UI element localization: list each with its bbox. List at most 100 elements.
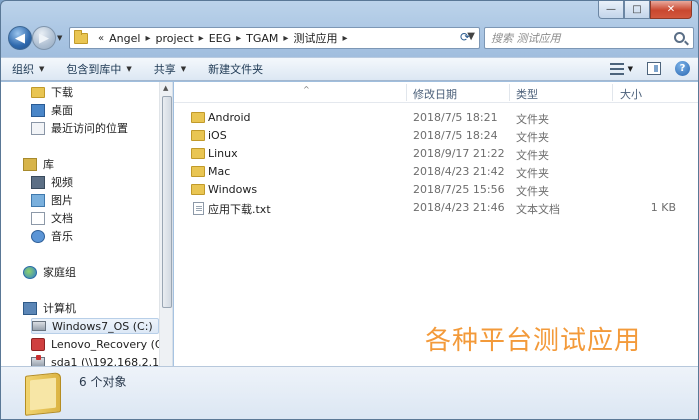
network-drive-icon [31,355,45,366]
organize-label: 组织 [12,63,34,76]
file-type: 文件夹 [516,131,549,144]
folder-icon [191,148,205,159]
sidebar-item-videos[interactable]: 视频 [31,174,73,190]
file-modified: 2018/9/17 21:22 [413,147,505,160]
sidebar-item-label: Windows7_OS (C:) [52,319,153,333]
maximize-button[interactable]: □ [624,1,650,19]
new-folder-button[interactable]: 新建文件夹 [197,61,274,77]
navigation-pane: 下载 桌面 最近访问的位置 库 视频 图片 文档 音乐 家庭组 计算机 Wind… [1,82,173,366]
file-name: Mac [208,165,231,178]
list-item[interactable]: Android 2018/7/5 18:21 文件夹 [174,109,698,127]
search-input[interactable]: 搜索 测试应用 [484,27,694,49]
homegroup-icon [23,265,37,279]
sidebar-item-label: 文档 [51,212,73,225]
list-item[interactable]: Mac 2018/4/23 21:42 文件夹 [174,163,698,181]
recent-pages-dropdown[interactable]: ▼ [57,34,62,42]
chevron-down-icon[interactable]: ▼ [628,65,633,73]
folder-icon [191,184,205,195]
sidebar-item-label: 桌面 [51,104,73,117]
sidebar-item-drive-q[interactable]: Lenovo_Recovery (Q:) [31,336,172,352]
file-modified: 2018/4/23 21:46 [413,201,505,214]
breadcrumb-separator[interactable]: ▸ [145,33,150,44]
sidebar-item-drive-z[interactable]: sda1 (\\192.168.2.1) (Z:) [31,354,172,367]
scroll-up-icon[interactable]: ▲ [163,84,168,92]
file-type: 文件夹 [516,149,549,162]
include-in-library-menu[interactable]: 包含到库中 ▼ [55,61,142,77]
sidebar-item-label: Lenovo_Recovery (Q:) [51,337,172,351]
sidebar-item-label: 音乐 [51,230,73,243]
view-options-icon[interactable] [609,62,624,75]
minimize-button[interactable]: — [598,1,624,19]
file-modified: 2018/7/25 15:56 [413,183,505,196]
forward-button[interactable]: ▶ [32,26,56,50]
file-type: 文件夹 [516,185,549,198]
share-menu[interactable]: 共享 ▼ [143,61,197,77]
file-name: iOS [208,129,227,142]
help-icon[interactable]: ? [675,61,690,76]
column-header-type[interactable]: 类型 [516,86,538,101]
chevron-down-icon: ▼ [126,65,132,73]
sidebar-item-label: sda1 (\\192.168.2.1) (Z:) [51,355,172,367]
sort-ascending-icon: ^ [303,85,310,94]
breadcrumb-overflow[interactable]: « [98,33,104,44]
sidebar-item-libraries[interactable]: 库 [23,156,54,172]
breadcrumb-separator[interactable]: ▸ [199,33,204,44]
window-caption-buttons: — □ ✕ [598,1,692,19]
computer-icon [23,301,37,315]
list-item[interactable]: Windows 2018/7/25 15:56 文件夹 [174,181,698,199]
desktop-icon [31,103,45,117]
explorer-window: — □ ✕ ◀ ▶ ▼ « Angel ▸ project ▸ EEG ▸ TG… [0,0,699,420]
navigation-scrollbar[interactable]: ▲ [159,82,172,366]
file-name: Windows [208,183,258,196]
hard-drive-icon [32,321,46,331]
back-button[interactable]: ◀ [8,26,32,50]
column-divider[interactable] [509,84,510,101]
file-name: 应用下载.txt [208,203,271,216]
close-button[interactable]: ✕ [650,1,692,19]
sidebar-item-documents[interactable]: 文档 [31,210,73,226]
preview-pane-icon[interactable] [647,62,661,75]
libraries-icon [23,157,37,171]
breadcrumb-angel[interactable]: Angel [109,32,140,45]
sidebar-item-label: 视频 [51,176,73,189]
sidebar-item-computer[interactable]: 计算机 [23,300,76,316]
sidebar-item-label: 库 [43,158,54,171]
text-file-icon [193,202,204,215]
column-divider[interactable] [612,84,613,101]
recent-places-icon [31,121,45,135]
breadcrumb-current[interactable]: 测试应用 [293,30,337,46]
item-count: 6 个对象 [79,375,127,389]
recovery-drive-icon [31,337,45,351]
refresh-button[interactable]: ⟳ [460,30,470,44]
list-item[interactable]: 应用下载.txt 2018/4/23 21:46 文本文档 1 KB [174,199,698,217]
breadcrumb-separator[interactable]: ▸ [342,33,347,44]
new-folder-label: 新建文件夹 [208,63,264,76]
breadcrumb-eeg[interactable]: EEG [209,32,231,45]
sidebar-item-recent[interactable]: 最近访问的位置 [31,120,128,136]
sidebar-item-music[interactable]: 音乐 [31,228,73,244]
breadcrumb-tgam[interactable]: TGAM [246,32,278,45]
column-header-modified[interactable]: 修改日期 [413,86,457,101]
sidebar-item-pictures[interactable]: 图片 [31,192,73,208]
sidebar-item-homegroup[interactable]: 家庭组 [23,264,76,280]
sidebar-item-drive-c[interactable]: Windows7_OS (C:) [31,318,159,334]
scrollbar-thumb[interactable] [162,96,172,308]
column-divider[interactable] [406,84,407,101]
command-bar: 组织 ▼ 包含到库中 ▼ 共享 ▼ 新建文件夹 ▼ ? [1,57,698,81]
breadcrumb-project[interactable]: project [155,32,193,45]
share-label: 共享 [153,63,176,76]
list-item[interactable]: iOS 2018/7/5 18:24 文件夹 [174,127,698,145]
organize-menu[interactable]: 组织 ▼ [1,61,55,77]
sidebar-item-downloads[interactable]: 下载 [31,84,73,100]
search-icon[interactable] [674,32,685,43]
breadcrumb-separator[interactable]: ▸ [283,33,288,44]
pictures-library-icon [31,193,45,207]
sidebar-item-desktop[interactable]: 桌面 [31,102,73,118]
file-type: 文件夹 [516,113,549,126]
breadcrumb-separator[interactable]: ▸ [236,33,241,44]
navigation-bar: ◀ ▶ ▼ « Angel ▸ project ▸ EEG ▸ TGAM ▸ 测… [1,23,698,55]
address-bar[interactable]: « Angel ▸ project ▸ EEG ▸ TGAM ▸ 测试应用 ▸ … [69,27,480,49]
list-item[interactable]: Linux 2018/9/17 21:22 文件夹 [174,145,698,163]
column-header-size[interactable]: 大小 [620,86,642,101]
file-size: 1 KB [650,201,676,214]
